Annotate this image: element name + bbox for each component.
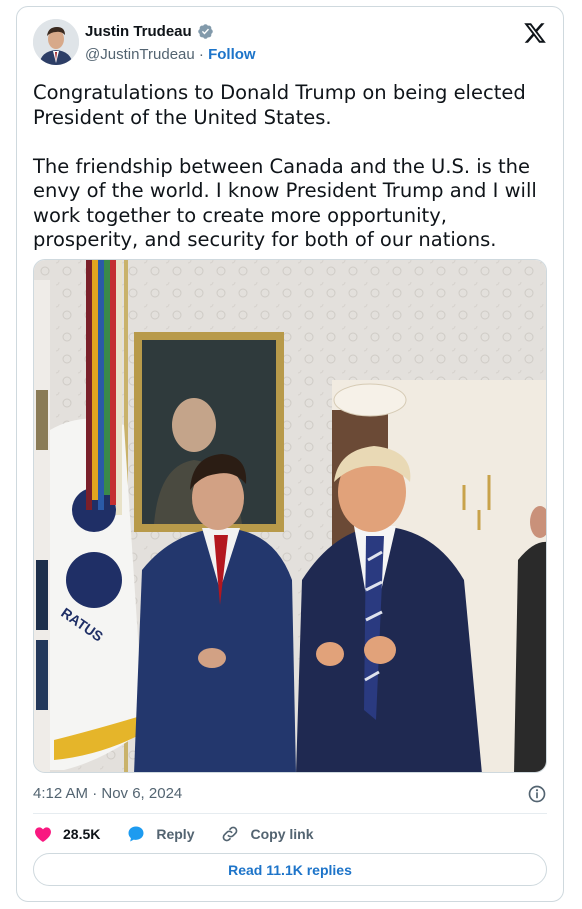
reply-bubble-icon [128,826,144,842]
avatar[interactable] [33,19,79,65]
tweet-timestamp[interactable]: 4:12 AM · Nov 6, 2024 [33,785,182,802]
link-icon [223,826,238,842]
read-replies-button[interactable]: Read 11.1K replies [33,853,547,886]
follow-button[interactable]: Follow [208,46,256,63]
divider [33,813,547,814]
reply-label: Reply [156,826,195,842]
like-count: 28.5K [63,826,101,842]
reply-button[interactable]: Reply [126,824,194,844]
copy-link-label: Copy link [250,826,314,842]
tweet-photo[interactable]: RATUS [33,259,547,773]
tweet-card: Justin Trudeau @JustinTrudeau · Follow C… [16,6,564,902]
tweet-text: Congratulations to Donald Trump on being… [33,81,537,251]
info-icon[interactable] [527,784,547,804]
separator-dot: · [198,46,204,63]
like-button[interactable]: 28.5K [33,824,100,844]
verified-badge-icon [197,24,213,39]
copy-link-button[interactable]: Copy link [220,824,314,844]
author-handle[interactable]: @JustinTrudeau [85,46,195,63]
author-name[interactable]: Justin Trudeau [85,23,192,40]
heart-icon [35,827,51,842]
x-logo-icon[interactable] [523,21,547,45]
